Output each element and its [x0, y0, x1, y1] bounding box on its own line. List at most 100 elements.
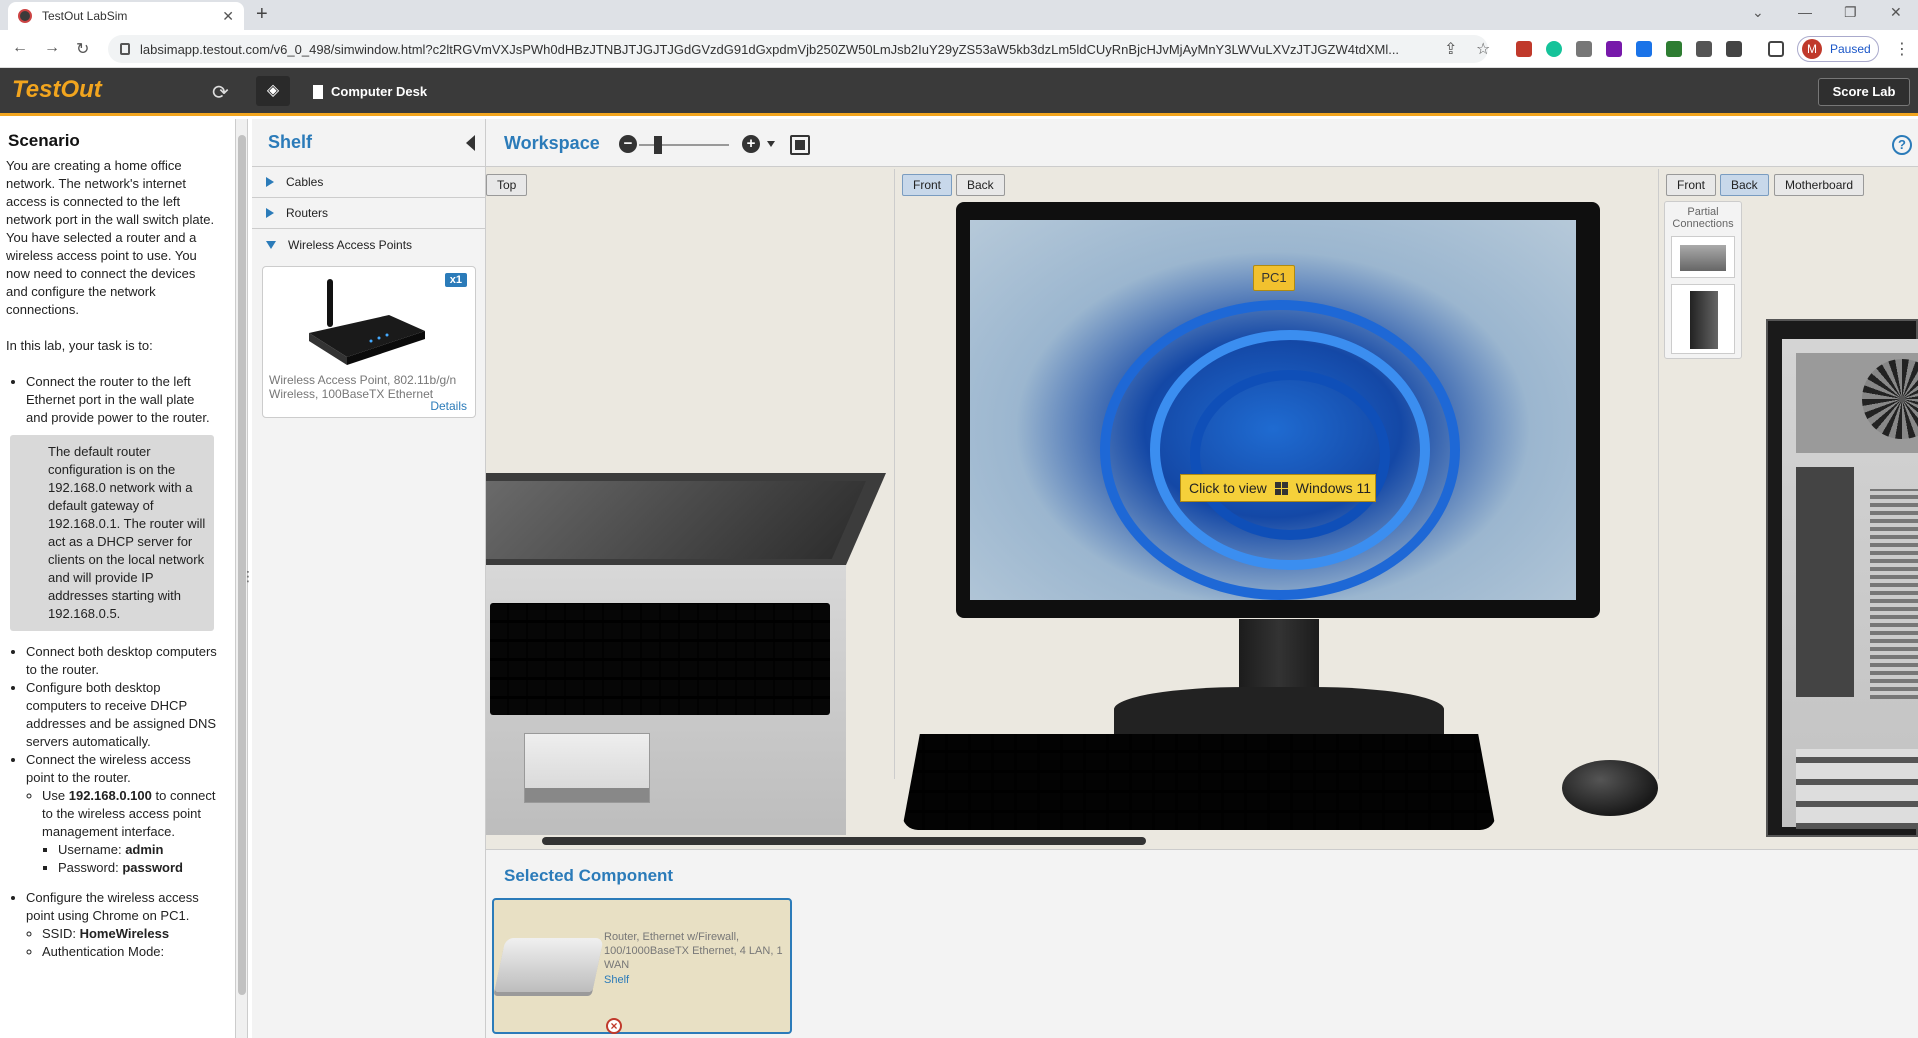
browser-tab-bar: TestOut LabSim ✕ + ⌄ — ❐ ✕: [0, 0, 1918, 30]
info-box: The default router configuration is on t…: [10, 435, 214, 631]
power-supply-thumbnail[interactable]: [1671, 236, 1735, 278]
view-top-button[interactable]: Top: [486, 174, 528, 196]
selected-component-location[interactable]: Shelf: [604, 974, 629, 986]
zoom-slider-track[interactable]: [639, 144, 729, 146]
laptop-keyboard: [490, 603, 830, 715]
profile-status: Paused: [1830, 42, 1871, 56]
fit-to-screen-icon[interactable]: [790, 135, 810, 155]
app-header: TestOut ⟳ ◈ Computer Desk Score Lab: [0, 68, 1918, 116]
expand-icon: [266, 208, 274, 218]
side-panel-icon[interactable]: [1768, 41, 1784, 57]
windows-logo-icon: [1274, 481, 1288, 495]
task-item: Connect both desktop computers to the ro…: [26, 643, 218, 679]
task-item: Configure both desktop computers to rece…: [26, 679, 218, 751]
subtask-text: Use: [42, 788, 69, 803]
pc-view-motherboard-button[interactable]: Motherboard: [1774, 174, 1865, 196]
task-item: Connect the router to the left Ethernet …: [26, 373, 218, 427]
extension-red-icon[interactable]: [1516, 41, 1532, 57]
laptop-touchpad: [524, 733, 650, 803]
details-link[interactable]: Details: [430, 399, 467, 413]
tower-thumbnail[interactable]: [1671, 284, 1735, 354]
pc-keyboard[interactable]: [902, 734, 1496, 830]
wireless-access-point-icon: [309, 279, 425, 365]
shelf-category-cables[interactable]: Cables: [252, 167, 485, 198]
avatar: M: [1802, 39, 1822, 59]
new-tab-icon[interactable]: +: [256, 3, 268, 26]
extension-green-icon[interactable]: [1666, 41, 1682, 57]
task-list: Connect both desktop computers to the ro…: [26, 643, 218, 961]
extensions-puzzle-icon[interactable]: [1726, 41, 1742, 57]
bookmark-star-icon[interactable]: ☆: [1476, 39, 1490, 59]
category-label: Cables: [286, 175, 324, 189]
extension-gray-icon[interactable]: [1696, 41, 1712, 57]
share-icon[interactable]: ⇪: [1444, 39, 1457, 59]
task-item: Configure the wireless access point usin…: [26, 889, 218, 961]
onenote-icon[interactable]: [1606, 41, 1622, 57]
browser-tab[interactable]: TestOut LabSim ✕: [8, 2, 244, 30]
pc-mouse[interactable]: [1562, 760, 1658, 816]
ssid-value: HomeWireless: [79, 926, 170, 941]
reload-icon[interactable]: ↻: [76, 39, 89, 59]
view-front-button[interactable]: Front: [902, 174, 953, 196]
view-divider: [1658, 169, 1659, 779]
wallpaper-shape: [1190, 370, 1390, 540]
scenario-title: Scenario: [8, 131, 80, 150]
shelf-category-wireless-access-points[interactable]: Wireless Access Points: [252, 229, 485, 260]
item-description: Wireless Access Point, 802.11b/g/n Wirel…: [269, 373, 457, 401]
address-bar[interactable]: labsimapp.testout.com/v6_0_498/simwindow…: [108, 35, 1488, 63]
tab-search-icon[interactable]: ⌄: [1752, 4, 1764, 21]
ssid-label: SSID:: [42, 926, 80, 941]
laptop-screen[interactable]: [486, 481, 866, 559]
expansion-slots[interactable]: [1796, 749, 1918, 829]
io-ports[interactable]: [1796, 467, 1854, 697]
back-arrow-icon[interactable]: ←: [12, 39, 28, 57]
help-icon[interactable]: ?: [1892, 135, 1912, 155]
credential-value: password: [122, 860, 183, 875]
shelf-item-wireless-access-point[interactable]: x1 Wireless Access Point, 802.11b/g/n Wi…: [262, 266, 476, 418]
close-window-icon[interactable]: ✕: [1890, 4, 1902, 21]
category-label: Wireless Access Points: [288, 237, 413, 252]
collapse-shelf-icon[interactable]: [466, 135, 475, 151]
scenario-intro: You are creating a home office network. …: [6, 158, 215, 317]
task-item-text: Configure the wireless access point usin…: [26, 890, 199, 923]
pc1-monitor[interactable]: PC1 Click to view Windows 11: [956, 202, 1600, 618]
view-back-button[interactable]: Back: [956, 174, 1005, 196]
extension-blue-icon[interactable]: [1636, 41, 1652, 57]
remove-component-icon[interactable]: ×: [606, 1018, 622, 1034]
task-list: Connect the router to the left Ethernet …: [26, 373, 218, 427]
shelf-panel: Shelf Cables Routers Wireless Access Poi…: [252, 119, 486, 1038]
zoom-in-icon[interactable]: +: [742, 135, 760, 153]
score-lab-button[interactable]: Score Lab: [1818, 78, 1910, 106]
selected-component-card[interactable]: Router, Ethernet w/Firewall, 100/1000Bas…: [492, 898, 792, 1034]
browser-menu-icon[interactable]: ⋮: [1894, 39, 1910, 59]
close-tab-icon[interactable]: ✕: [222, 8, 234, 25]
view-divider: [894, 169, 895, 779]
forward-arrow-icon[interactable]: →: [44, 39, 60, 57]
pc-view-front-button[interactable]: Front: [1666, 174, 1717, 196]
pc-view-back-button[interactable]: Back: [1720, 174, 1769, 196]
minimize-icon[interactable]: —: [1798, 4, 1812, 20]
layers-icon[interactable]: ◈: [256, 76, 290, 106]
testout-logo: TestOut: [12, 76, 102, 103]
profile-button[interactable]: M Paused: [1797, 36, 1879, 62]
scrollbar-thumb[interactable]: [238, 135, 246, 995]
workspace-horizontal-scrollbar[interactable]: [542, 837, 1146, 845]
zoom-dropdown-icon[interactable]: [767, 141, 775, 147]
grammarly-icon[interactable]: [1546, 41, 1562, 57]
subtask-item: Authentication Mode:: [42, 943, 218, 961]
restore-icon[interactable]: ❐: [1844, 4, 1857, 21]
credential-value: admin: [125, 842, 164, 857]
click-to-view-os-button[interactable]: Click to view Windows 11: [1180, 474, 1376, 502]
zoom-out-icon[interactable]: −: [619, 135, 637, 153]
shelf-category-routers[interactable]: Routers: [252, 198, 485, 229]
tower-panel: [1782, 339, 1918, 829]
zoom-slider-thumb[interactable]: [654, 136, 662, 154]
testout-favicon-icon: [18, 9, 32, 23]
click-to-view-text: Click to view: [1189, 480, 1267, 496]
pc-tower-back[interactable]: [1766, 319, 1918, 837]
camera-icon[interactable]: [1576, 41, 1592, 57]
url-text: labsimapp.testout.com/v6_0_498/simwindow…: [140, 41, 1400, 57]
refresh-icon[interactable]: ⟳: [212, 80, 229, 105]
subtask-item: SSID: HomeWireless: [42, 925, 218, 943]
browser-toolbar: ← → ↻ labsimapp.testout.com/v6_0_498/sim…: [0, 30, 1918, 68]
